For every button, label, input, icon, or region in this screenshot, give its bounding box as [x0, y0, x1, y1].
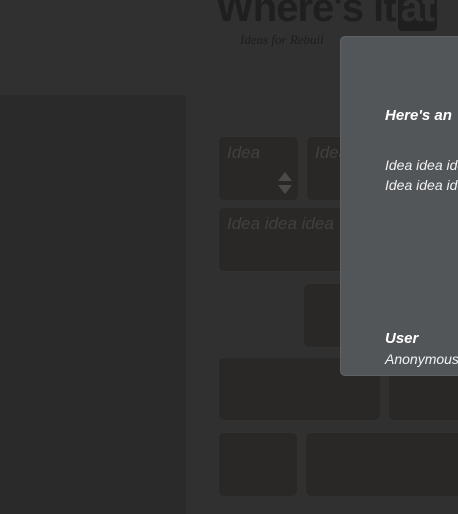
site-logo[interactable]: Where's it at	[216, 0, 438, 31]
idea-card-1[interactable]: Idea	[218, 136, 299, 201]
page: Where's it at Ideas for Rebuil Idea Idea …	[0, 0, 458, 514]
idea-card-title: Idea idea idea	[227, 214, 334, 233]
popup-user-value: Anonymous	[385, 351, 458, 367]
idea-card-8[interactable]	[305, 432, 458, 497]
idea-detail-popup[interactable]: Here's an Idea idea ide Idea idea ide Us…	[340, 36, 458, 376]
idea-card-3[interactable]: Idea idea idea	[218, 207, 358, 272]
site-title-at-badge: at	[397, 0, 438, 31]
popup-heading: Here's an	[385, 107, 452, 124]
popup-user-label: User	[385, 330, 419, 347]
site-tagline: Ideas for Rebuil	[240, 32, 324, 47]
sort-stepper-icon[interactable]	[278, 172, 292, 194]
arrow-up-icon	[278, 172, 292, 181]
idea-card-7[interactable]	[218, 432, 298, 497]
left-panel	[0, 95, 186, 514]
popup-body-line-1: Idea idea ide	[385, 157, 458, 173]
arrow-down-icon	[278, 185, 292, 194]
popup-body: Idea idea ide Idea idea ide	[385, 155, 458, 195]
popup-body-line-2: Idea idea ide	[385, 177, 458, 193]
site-title: Where's it	[216, 0, 397, 30]
idea-card-title: Idea	[227, 143, 261, 162]
